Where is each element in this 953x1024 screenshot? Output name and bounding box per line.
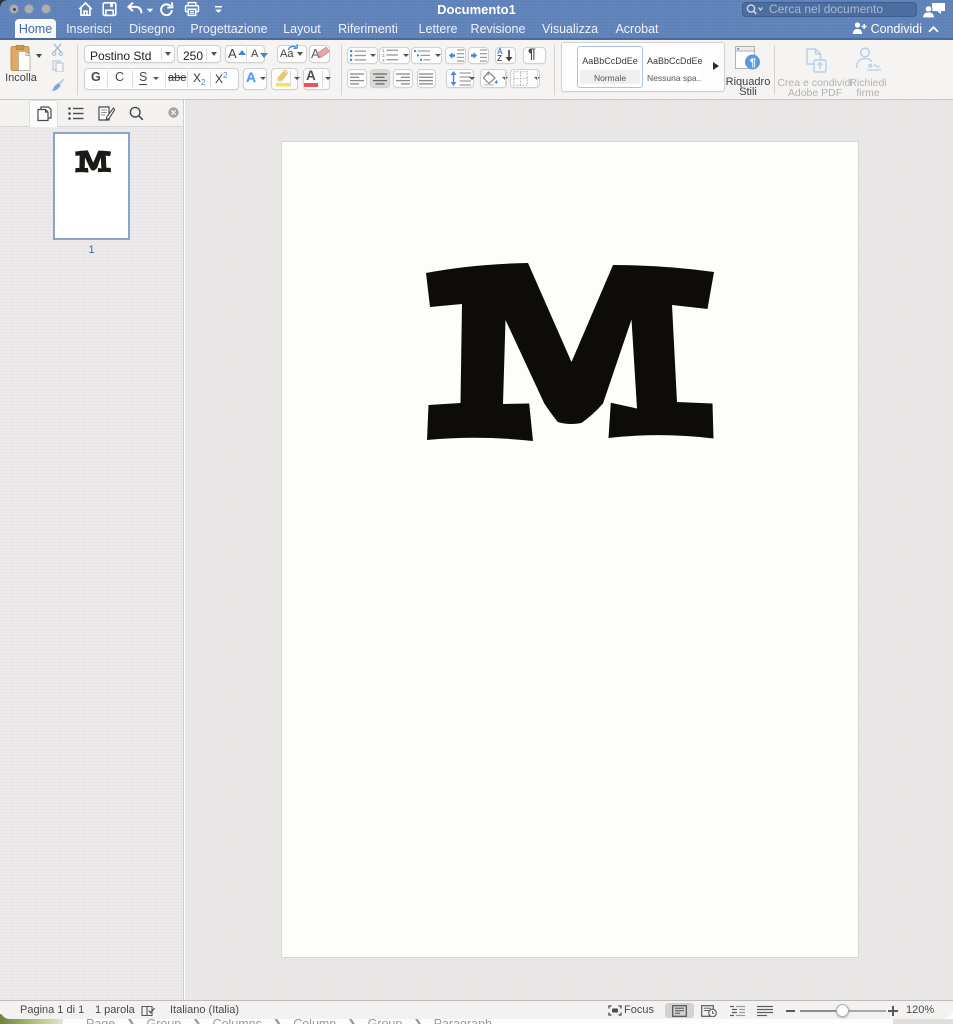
svg-text:¶: ¶ (750, 57, 756, 69)
svg-text:3: 3 (382, 58, 385, 62)
